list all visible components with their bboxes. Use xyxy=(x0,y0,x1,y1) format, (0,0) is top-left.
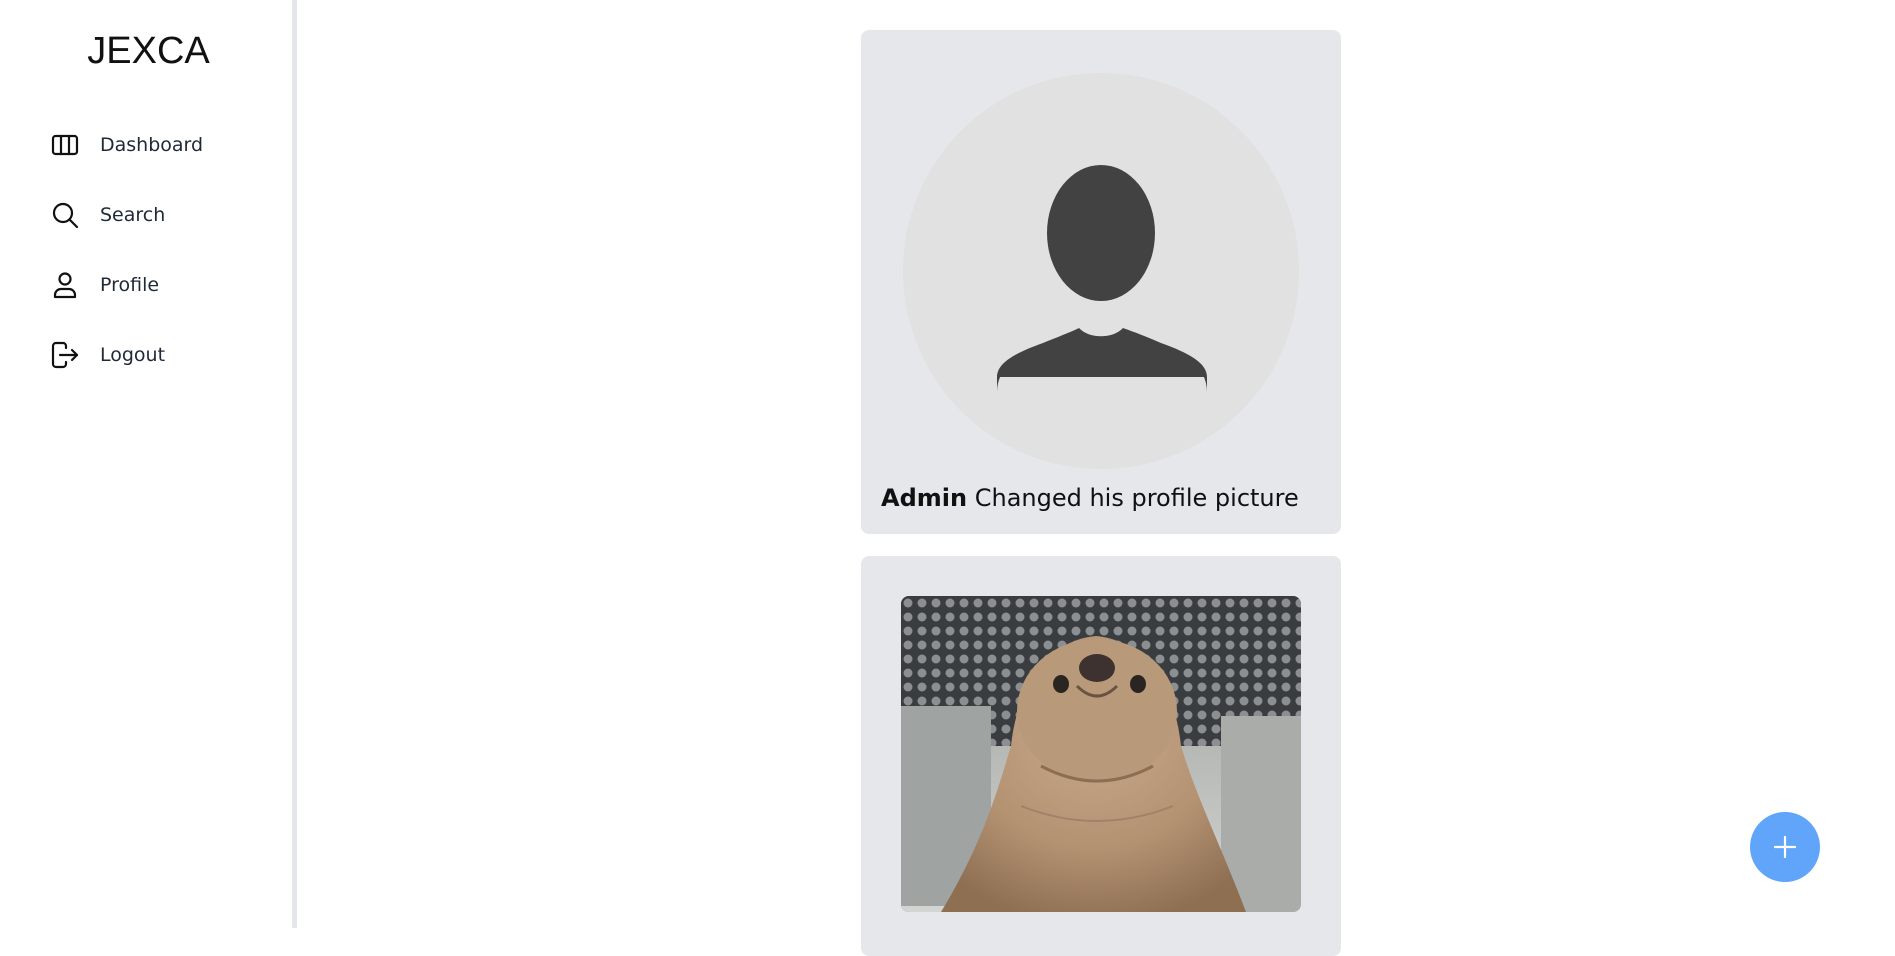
sidebar-item-label: Dashboard xyxy=(100,134,204,156)
post-action: Changed his profile picture xyxy=(974,484,1299,512)
feed: Admin Changed his profile picture xyxy=(861,30,1341,956)
post-card[interactable]: Admin Changed his profile picture xyxy=(861,30,1341,534)
search-icon xyxy=(50,200,80,230)
sidebar-item-label: Logout xyxy=(100,344,166,366)
plus-icon xyxy=(1772,834,1798,860)
user-icon xyxy=(50,270,80,300)
sidebar-nav: Dashboard Search Profile Logout xyxy=(50,110,203,390)
sidebar-item-search[interactable]: Search xyxy=(50,180,203,250)
default-avatar-icon xyxy=(903,73,1299,469)
post-card[interactable] xyxy=(861,556,1341,956)
sidebar-item-label: Search xyxy=(100,204,166,226)
post-author[interactable]: Admin xyxy=(881,484,967,512)
brand-logo[interactable]: JEXCA xyxy=(0,30,297,73)
sea-lion-photo xyxy=(901,596,1301,912)
post-caption: Admin Changed his profile picture xyxy=(881,484,1299,512)
add-post-button[interactable] xyxy=(1750,812,1820,882)
sidebar-item-logout[interactable]: Logout xyxy=(50,320,203,390)
sidebar-item-label: Profile xyxy=(100,274,160,296)
sidebar-item-dashboard[interactable]: Dashboard xyxy=(50,110,203,180)
logout-icon xyxy=(50,340,80,370)
columns-icon xyxy=(50,130,80,160)
sidebar-item-profile[interactable]: Profile xyxy=(50,250,203,320)
sidebar: JEXCA Dashboard Search Profile Logout xyxy=(0,0,297,928)
